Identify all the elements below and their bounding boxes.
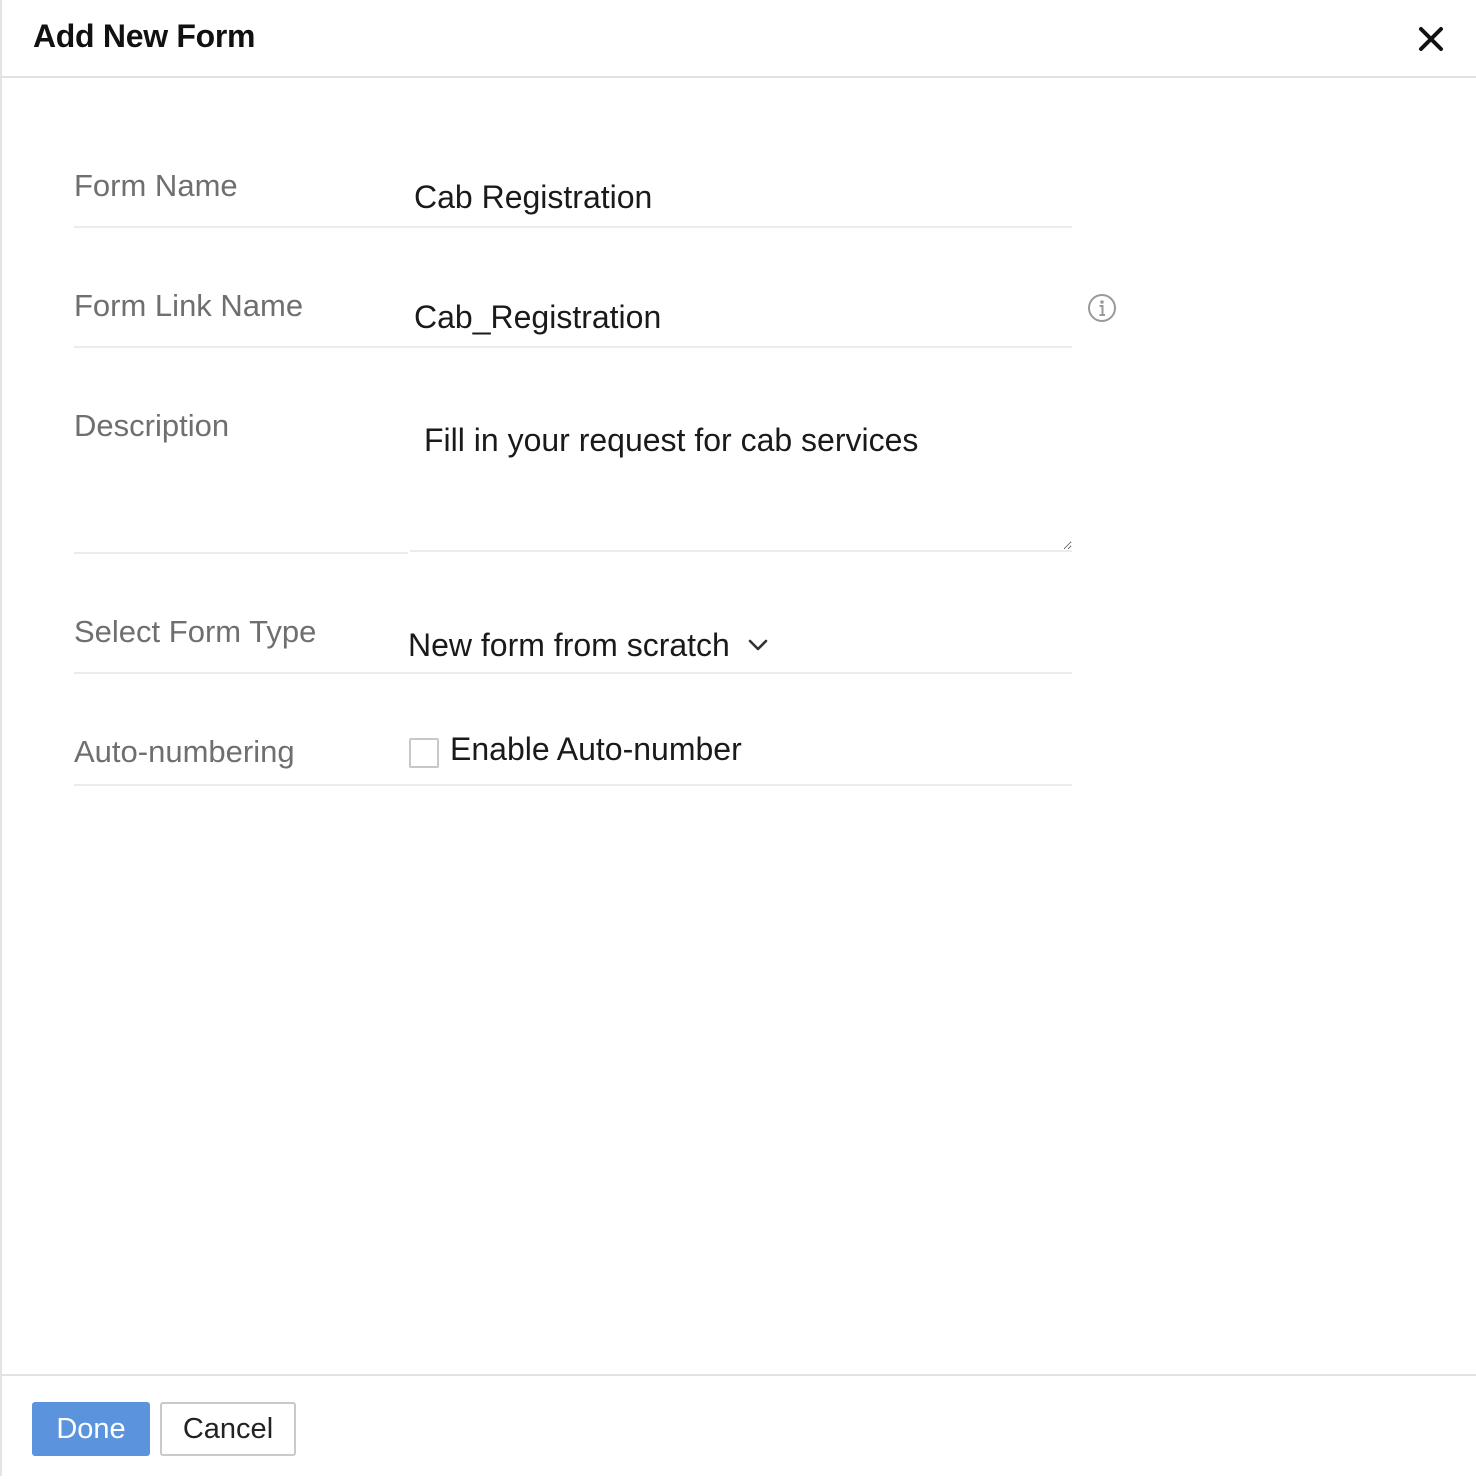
form-name-input[interactable] (414, 176, 1054, 218)
auto-number-checkbox[interactable] (409, 738, 439, 768)
form-type-label: Select Form Type (74, 614, 317, 649)
form-type-select[interactable]: New form from scratch (408, 620, 770, 670)
description-divider (74, 552, 408, 554)
form-type-selected-value: New form from scratch (408, 626, 730, 663)
description-textarea[interactable]: Fill in your request for cab services (410, 410, 1072, 552)
form-link-name-label: Form Link Name (74, 288, 304, 323)
auto-numbering-label: Auto-numbering (74, 734, 295, 769)
description-label: Description (74, 408, 230, 443)
auto-number-checkbox-label[interactable]: Enable Auto-number (450, 731, 742, 768)
auto-numbering-divider (74, 784, 1072, 786)
dialog-footer: Done Cancel (2, 1374, 1476, 1480)
form-name-label: Form Name (74, 168, 238, 203)
info-icon[interactable] (1086, 292, 1118, 324)
form-type-divider (74, 672, 1072, 674)
dialog-title: Add New Form (33, 18, 256, 54)
form-name-divider (74, 226, 1072, 228)
form-link-name-input[interactable] (414, 296, 1054, 338)
dialog-header: Add New Form (2, 0, 1476, 78)
done-button[interactable]: Done (32, 1402, 150, 1456)
close-icon[interactable] (1412, 20, 1450, 58)
form-link-name-divider (74, 346, 1072, 348)
chevron-down-icon (748, 639, 768, 651)
add-form-dialog: Add New Form Form Name Form Link Name De… (0, 0, 1476, 1476)
cancel-button[interactable]: Cancel (160, 1402, 296, 1456)
